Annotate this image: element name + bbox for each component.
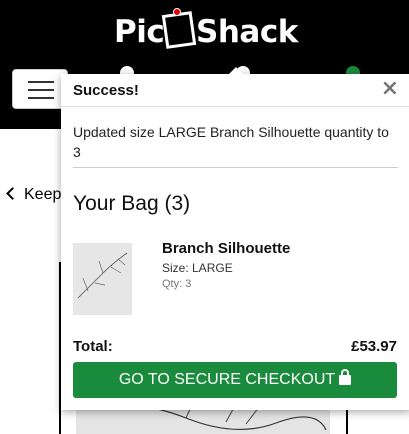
item-size: Size: LARGE — [162, 261, 233, 275]
logo-text-shack: Shack — [196, 14, 298, 50]
page: Pic Shack Keep Success! × Updated size L… — [0, 0, 409, 434]
item-thumbnail[interactable] — [73, 243, 132, 315]
logo-pin-icon — [173, 8, 181, 16]
logo-text-pic: Pic — [114, 14, 165, 50]
picshack-logo[interactable]: Pic Shack — [112, 8, 298, 52]
bag-popup: Success! × Updated size LARGE Branch Sil… — [61, 67, 409, 410]
lock-icon — [339, 369, 352, 385]
bag-title: Your Bag (3) — [73, 192, 191, 215]
menu-icon-bar — [28, 89, 54, 91]
menu-icon-bar — [28, 97, 54, 99]
checkout-label: GO TO SECURE CHECKOUT — [118, 371, 336, 388]
popup-message: Updated size LARGE Branch Silhouette qua… — [73, 124, 389, 160]
item-name[interactable]: Branch Silhouette — [162, 240, 290, 257]
menu-button[interactable] — [12, 69, 68, 109]
divider — [73, 167, 398, 168]
keep-shopping-label: Keep — [24, 186, 62, 203]
chevron-left-icon — [6, 187, 19, 200]
item-quantity: Qty: 3 — [162, 278, 192, 290]
popup-title: Success! — [73, 82, 139, 99]
menu-icon-bar — [28, 81, 54, 83]
total-value: £53.97 — [351, 338, 397, 355]
secure-checkout-button[interactable]: GO TO SECURE CHECKOUT — [73, 362, 397, 398]
close-icon[interactable]: × — [381, 77, 399, 101]
logo-frame-icon — [161, 11, 197, 49]
branch-thumbnail-image — [77, 252, 128, 299]
total-label: Total: — [73, 338, 113, 355]
keep-shopping-link[interactable]: Keep — [6, 186, 62, 204]
popup-header: Success! × — [61, 74, 409, 107]
